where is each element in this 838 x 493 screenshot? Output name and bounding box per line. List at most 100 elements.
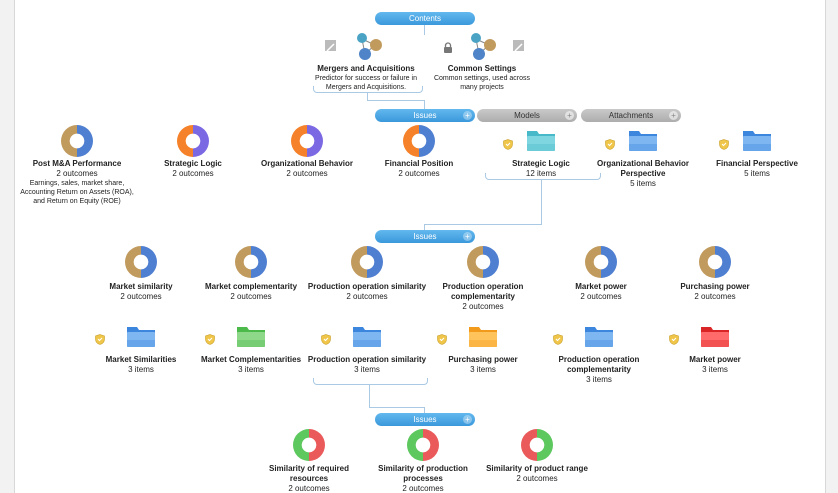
folder-icon[interactable] (468, 324, 498, 353)
contents-label: Contents (408, 14, 442, 23)
node-title: Production operation complementarity (442, 282, 524, 301)
molecule-icon[interactable] (467, 30, 499, 62)
model-node[interactable]: Organizational Behavior Perspective 5 ite… (585, 159, 701, 189)
selection-bracket (313, 378, 428, 385)
node-count: 2 outcomes (462, 302, 504, 311)
connector (424, 25, 425, 35)
donut-chart-icon[interactable] (291, 125, 323, 162)
add-icon[interactable]: + (565, 111, 574, 120)
node-title: Similarity of product range (486, 464, 588, 473)
lock-icon (443, 40, 453, 53)
image-placeholder-icon (325, 40, 336, 52)
shield-icon (437, 332, 447, 345)
model-node[interactable]: Purchasing power 3 items (423, 355, 543, 375)
issue-node[interactable]: Production operation complementarity 2 ou… (423, 282, 543, 312)
image-placeholder-icon (513, 40, 524, 52)
node-count: 2 outcomes (398, 169, 440, 178)
donut-chart-icon[interactable] (407, 429, 439, 466)
tab-models[interactable]: Models + (477, 109, 577, 122)
connector (369, 407, 425, 408)
issue-node[interactable]: Organizational Behavior 2 outcomes (247, 159, 367, 179)
connector (367, 92, 368, 100)
contents-pill[interactable]: Contents (375, 12, 475, 25)
model-node[interactable]: Production operation similarity 3 items (307, 355, 427, 375)
node-title: Strategic Logic (512, 159, 570, 168)
issue-node[interactable]: Similarity of product range 2 outcomes (477, 464, 597, 484)
add-icon[interactable]: + (463, 111, 472, 120)
donut-chart-icon[interactable] (699, 246, 731, 283)
node-count: 12 items (525, 169, 557, 178)
shield-icon (669, 332, 679, 345)
folder-icon[interactable] (526, 128, 556, 157)
donut-chart-icon[interactable] (235, 246, 267, 283)
node-count: 2 outcomes (288, 484, 330, 493)
donut-chart-icon[interactable] (403, 125, 435, 162)
tab-issues[interactable]: Issues + (375, 109, 475, 122)
level2-issues-pill[interactable]: Issues + (375, 230, 475, 243)
add-icon[interactable]: + (463, 232, 472, 241)
folder-icon[interactable] (352, 324, 382, 353)
node-count: 2 outcomes (286, 169, 328, 178)
level3-issues-pill[interactable]: Issues + (375, 413, 475, 426)
node-title: Production operation complementarity (558, 355, 640, 374)
shield-icon (605, 137, 615, 150)
donut-chart-icon[interactable] (61, 125, 93, 162)
tab-label: Issues (413, 111, 437, 120)
issue-node[interactable]: Post M&A Performance 2 outcomes Earnings, … (17, 159, 137, 206)
folder-icon[interactable] (742, 128, 772, 157)
node-count: 3 items (702, 365, 728, 374)
model-node[interactable]: Strategic Logic 12 items (483, 159, 599, 179)
issue-node[interactable]: Financial Position 2 outcomes (359, 159, 479, 179)
folder-icon[interactable] (628, 128, 658, 157)
donut-chart-icon[interactable] (521, 429, 553, 466)
add-icon[interactable]: + (669, 111, 678, 120)
node-title: Similarity of required resources (268, 464, 350, 483)
model-node[interactable]: Market Similarities 3 items (81, 355, 201, 375)
node-count: 2 outcomes (120, 292, 162, 301)
node-title: Production operation similarity (307, 355, 427, 364)
node-count: 3 items (238, 365, 264, 374)
node-title: Organizational Behavior (260, 159, 354, 168)
model-node[interactable]: Financial Perspective 5 items (699, 159, 815, 179)
node-count: 2 outcomes (172, 169, 214, 178)
node-count: 3 items (354, 365, 380, 374)
node-count: 3 items (470, 365, 496, 374)
folder-icon[interactable] (584, 324, 614, 353)
donut-chart-icon[interactable] (585, 246, 617, 283)
add-icon[interactable]: + (463, 415, 472, 424)
issue-node[interactable]: Market power 2 outcomes (541, 282, 661, 302)
donut-chart-icon[interactable] (293, 429, 325, 466)
issue-node[interactable]: Production operation similarity 2 outcome… (307, 282, 427, 302)
node-title: Production operation similarity (307, 282, 427, 291)
connector (369, 385, 370, 407)
node-description: Earnings, sales, market share, Accountin… (20, 180, 134, 205)
shield-icon (553, 332, 563, 345)
model-title: Common Settings (447, 64, 517, 73)
folder-icon[interactable] (700, 324, 730, 353)
model-node[interactable]: Market power 3 items (655, 355, 775, 375)
connector (541, 180, 542, 224)
issue-node[interactable]: Purchasing power 2 outcomes (655, 282, 775, 302)
issue-node[interactable]: Market complementarity 2 outcomes (191, 282, 311, 302)
issue-node[interactable]: Market similarity 2 outcomes (81, 282, 201, 302)
donut-chart-icon[interactable] (351, 246, 383, 283)
tab-label: Models (514, 111, 540, 120)
model-node[interactable]: Production operation complementarity 3 it… (539, 355, 659, 385)
tab-attachments[interactable]: Attachments + (581, 109, 681, 122)
shield-icon (503, 137, 513, 150)
model-node[interactable]: Market Complementarities 3 items (191, 355, 311, 375)
node-count: 2 outcomes (230, 292, 272, 301)
donut-chart-icon[interactable] (467, 246, 499, 283)
donut-chart-icon[interactable] (177, 125, 209, 162)
issue-node[interactable]: Similarity of required resources 2 outcom… (249, 464, 369, 493)
folder-icon[interactable] (126, 324, 156, 353)
folder-icon[interactable] (236, 324, 266, 353)
molecule-icon[interactable] (353, 30, 385, 62)
issue-node[interactable]: Strategic Logic 2 outcomes (133, 159, 253, 179)
node-title: Market similarity (109, 282, 173, 291)
node-title: Financial Position (384, 159, 454, 168)
donut-chart-icon[interactable] (125, 246, 157, 283)
model-common-settings[interactable]: Common Settings Common settings, used ac… (427, 64, 537, 92)
node-title: Market Complementarities (200, 355, 302, 364)
issue-node[interactable]: Similarity of production processes 2 outc… (363, 464, 483, 493)
